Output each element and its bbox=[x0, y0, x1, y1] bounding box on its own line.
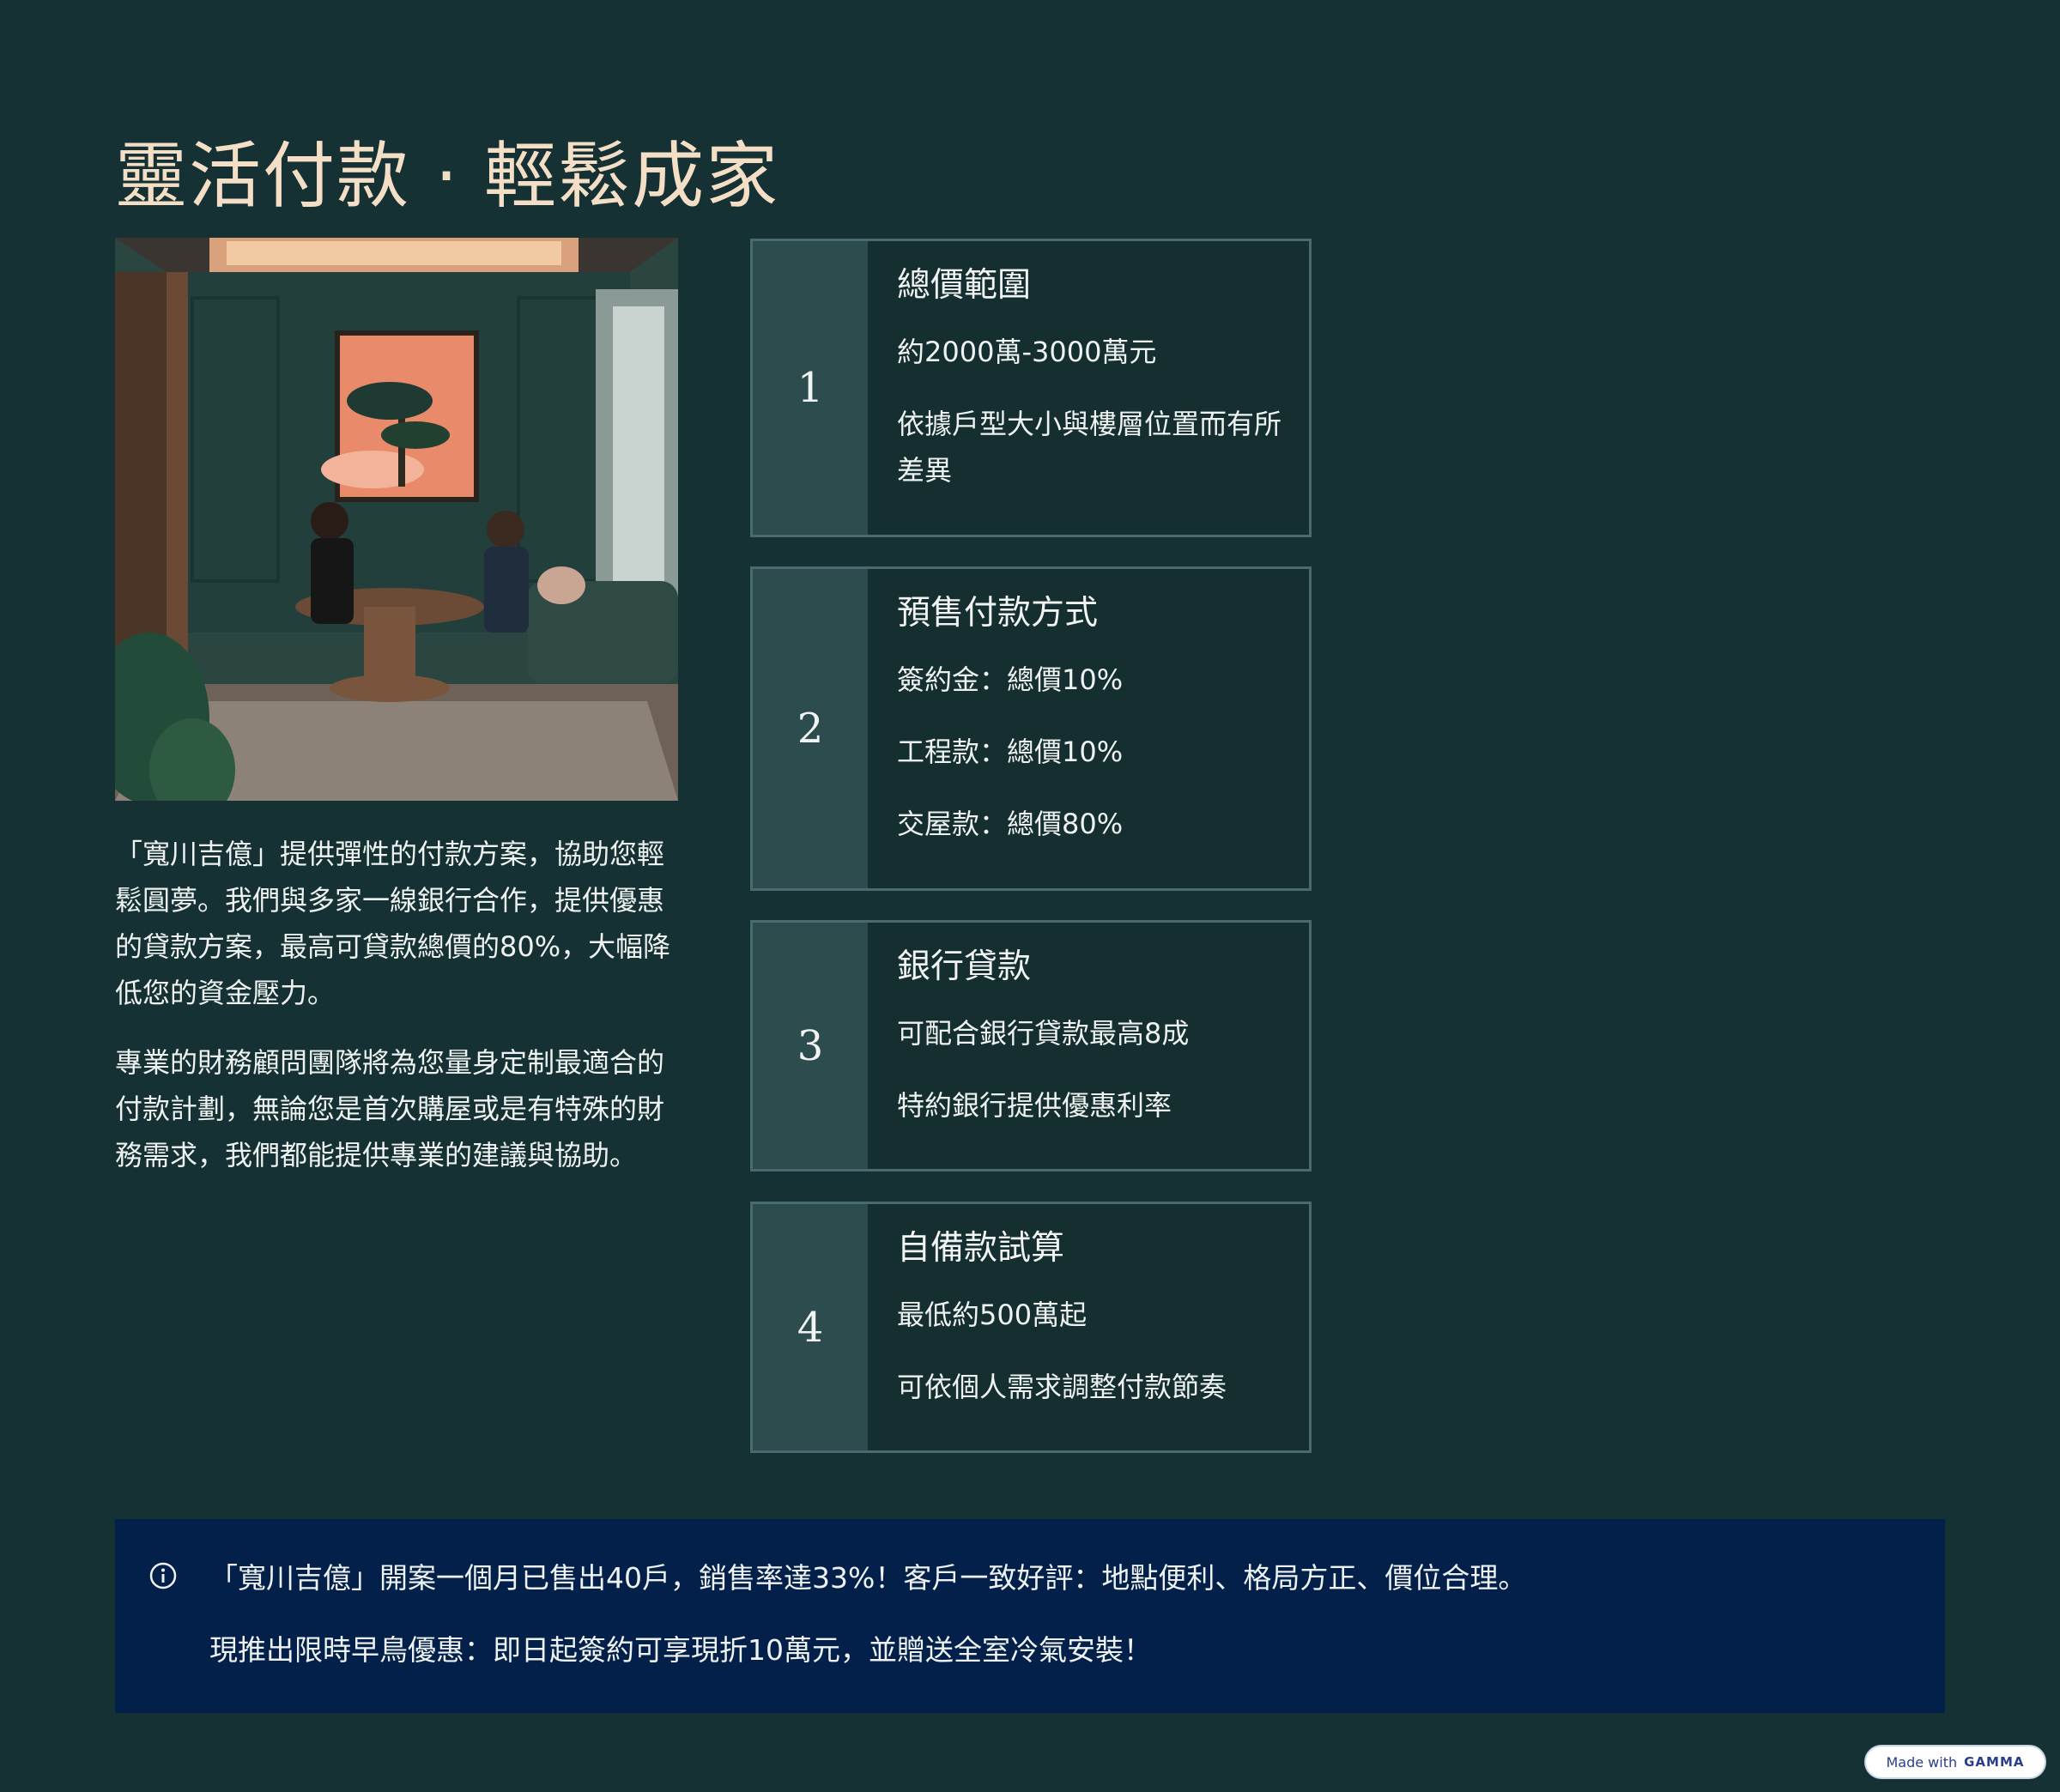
sales-notice-callout: 「寬川吉億」開案一個月已售出40戶，銷售率達33%！客戶一致好評：地點便利、格局… bbox=[115, 1519, 1945, 1713]
step-line: 工程款：總價10% bbox=[897, 736, 1124, 768]
step-line: 依據戶型大小與樓層位置而有所差異 bbox=[897, 408, 1282, 487]
intro-paragraph-1: 「寬川吉億」提供彈性的付款方案，協助您輕鬆圓夢。我們與多家一線銀行合作，提供優惠… bbox=[115, 838, 671, 1009]
step-line: 簽約金：總價10% bbox=[897, 663, 1124, 696]
consultation-photo-illustration bbox=[115, 238, 678, 801]
intro-paragraph-2: 專業的財務顧問團隊將為您量身定制最適合的付款計劃，無論您是首次購屋或是有特殊的財… bbox=[115, 1046, 665, 1171]
step-heading: 銀行貸款 bbox=[897, 947, 1032, 986]
step-line: 約2000萬-3000萬元 bbox=[897, 336, 1157, 368]
step-line: 可依個人需求調整付款節奏 bbox=[897, 1371, 1227, 1403]
step-heading: 預售付款方式 bbox=[897, 594, 1099, 633]
step-heading: 自備款試算 bbox=[897, 1229, 1065, 1268]
gamma-logo: GAMMA bbox=[1964, 1754, 2025, 1770]
step-line: 最低約500萬起 bbox=[897, 1299, 1088, 1331]
step-number: 1 bbox=[753, 241, 868, 535]
step-heading: 總價範圍 bbox=[897, 266, 1032, 305]
step-number: 3 bbox=[753, 923, 868, 1169]
step-number: 4 bbox=[753, 1204, 868, 1450]
step-card-3: 3 銀行貸款 可配合銀行貸款最高8成 特約銀行提供優惠利率 bbox=[750, 920, 1312, 1171]
step-card-1: 1 總價範圍 約2000萬-3000萬元 依據戶型大小與樓層位置而有所差異 bbox=[750, 239, 1312, 537]
step-line: 可配合銀行貸款最高8成 bbox=[897, 1017, 1190, 1050]
page-title: 靈活付款 · 輕鬆成家 bbox=[115, 134, 780, 219]
notice-line-2: 現推出限時早鳥優惠：即日起簽約可享現折10萬元，並贈送全室冷氣安裝！ bbox=[209, 1633, 1152, 1667]
step-number: 2 bbox=[753, 569, 868, 888]
step-line: 特約銀行提供優惠利率 bbox=[897, 1089, 1172, 1122]
consultation-photo bbox=[115, 238, 678, 801]
made-with-gamma-badge[interactable]: Made with GAMMA bbox=[1864, 1745, 2046, 1779]
step-card-2: 2 預售付款方式 簽約金：總價10% 工程款：總價10% 交屋款：總價80% bbox=[750, 566, 1312, 891]
badge-prefix: Made with bbox=[1886, 1753, 1958, 1771]
step-line: 交屋款：總價80% bbox=[897, 808, 1124, 840]
info-icon bbox=[149, 1562, 177, 1589]
notice-line-1: 「寬川吉億」開案一個月已售出40戶，銷售率達33%！客戶一致好評：地點便利、格局… bbox=[209, 1561, 1527, 1595]
step-card-4: 4 自備款試算 最低約500萬起 可依個人需求調整付款節奏 bbox=[750, 1202, 1312, 1453]
